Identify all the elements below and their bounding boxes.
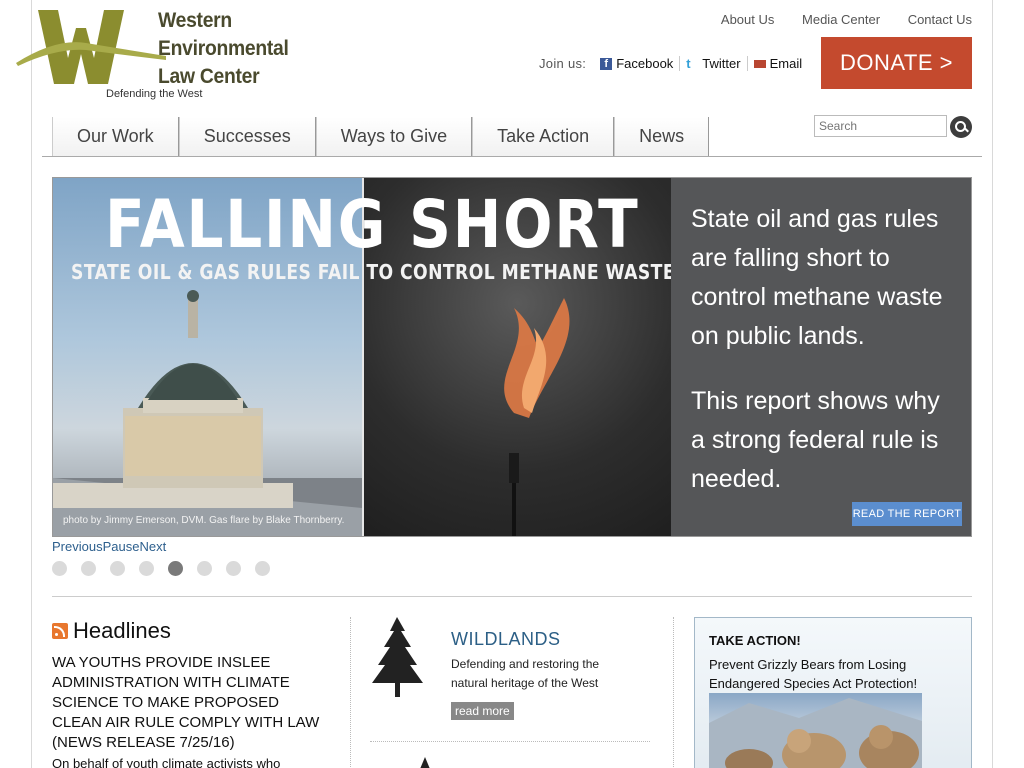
email-link[interactable]: Email	[748, 56, 809, 71]
email-icon	[753, 60, 766, 68]
read-more-button[interactable]: read more	[451, 702, 514, 720]
nav-successes[interactable]: Successes	[178, 117, 316, 157]
facebook-label: Facebook	[616, 56, 674, 71]
facebook-icon: f	[600, 57, 613, 70]
main-nav: Our Work Successes Ways to Give Take Act…	[52, 117, 710, 157]
slide-dot-3[interactable]	[110, 561, 125, 576]
logo-line-1: Western	[158, 9, 232, 32]
wildlands-divider	[370, 741, 650, 742]
headline-item-title[interactable]: WA YOUTHS PROVIDE INSLEE ADMINISTRATION …	[52, 653, 332, 753]
slide-dot-5[interactable]	[168, 561, 183, 576]
contact-us-link[interactable]: Contact Us	[908, 12, 972, 27]
logo-line-3: Law Center	[158, 65, 260, 88]
join-us-label: Join us:	[539, 56, 587, 71]
slide-dot-1[interactable]	[52, 561, 67, 576]
wildlands-description: Defending and restoring the natural heri…	[451, 657, 600, 690]
grizzly-bears-photo[interactable]	[709, 693, 922, 768]
slide-dot-2[interactable]	[81, 561, 96, 576]
facebook-link[interactable]: f Facebook	[594, 56, 681, 71]
headlines-label: Headlines	[73, 618, 171, 643]
top-links: About Us Media Center Contact Us	[697, 12, 972, 27]
wildlands-title[interactable]: WILDLANDS	[451, 629, 561, 650]
headlines-title: Headlines	[52, 618, 332, 644]
email-label: Email	[769, 56, 803, 71]
slider-dots	[52, 561, 284, 576]
donate-button[interactable]: DONATE >	[821, 37, 972, 89]
slide-headline: FALLING SHORT	[105, 186, 640, 263]
slide-subheadline: STATE OIL & GAS RULES FAIL TO CONTROL ME…	[71, 260, 676, 284]
take-action-box[interactable]: TAKE ACTION! Prevent Grizzly Bears from …	[694, 617, 972, 768]
headlines-column: Headlines WA YOUTHS PROVIDE INSLEE ADMIN…	[52, 618, 332, 768]
take-action-body[interactable]: Prevent Grizzly Bears from Losing Endang…	[709, 655, 957, 693]
rss-icon[interactable]	[52, 623, 68, 639]
nav-news[interactable]: News	[614, 117, 710, 157]
search-icon[interactable]	[950, 116, 972, 138]
nav-divider	[42, 156, 982, 157]
join-us-bar: Join us: f Facebook t Twitter Email	[539, 56, 808, 71]
twitter-icon: t	[686, 55, 691, 71]
search-input[interactable]	[814, 115, 947, 137]
nav-take-action[interactable]: Take Action	[472, 117, 615, 157]
slide-text-1: State oil and gas rules are falling shor…	[691, 205, 943, 350]
nav-ways-to-give[interactable]: Ways to Give	[315, 117, 473, 157]
twitter-link[interactable]: t Twitter	[680, 55, 748, 71]
photo-credit: photo by Jimmy Emerson, DVM. Gas flare b…	[63, 515, 345, 526]
slide-text-2: This report shows why a strong federal r…	[691, 387, 940, 493]
column-divider-2	[673, 617, 674, 768]
section-divider	[52, 596, 972, 597]
take-action-title: TAKE ACTION!	[709, 633, 801, 648]
grizzly-bear-icon	[709, 698, 922, 768]
logo-tagline: Defending the West	[106, 88, 203, 100]
slider-controls: PreviousPauseNext	[52, 539, 166, 554]
about-us-link[interactable]: About Us	[721, 12, 774, 27]
slide-text-panel: State oil and gas rules are falling shor…	[671, 178, 971, 536]
slide-dot-7[interactable]	[226, 561, 241, 576]
slide-dot-4[interactable]	[139, 561, 154, 576]
nav-our-work[interactable]: Our Work	[52, 117, 179, 157]
logo[interactable]: Western Environmental Law Center Defendi…	[16, 8, 306, 103]
pause-link[interactable]: Pause	[103, 539, 140, 554]
slide-dot-6[interactable]	[197, 561, 212, 576]
twitter-label: Twitter	[702, 56, 741, 71]
previous-link[interactable]: Previous	[52, 539, 103, 554]
column-divider-1	[350, 617, 351, 768]
pine-tree-icon	[372, 617, 423, 697]
headline-item-body: On behalf of youth climate activists who	[52, 756, 281, 768]
next-item-icon	[420, 757, 430, 768]
logo-text: Western Environmental Law Center	[158, 7, 289, 91]
feature-slider: FALLING SHORT STATE OIL & GAS RULES FAIL…	[52, 177, 972, 537]
logo-w-mark-icon	[16, 10, 166, 84]
next-link[interactable]: Next	[139, 539, 166, 554]
logo-line-2: Environmental	[158, 37, 289, 60]
media-center-link[interactable]: Media Center	[802, 12, 880, 27]
slide-dot-8[interactable]	[255, 561, 270, 576]
read-the-report-button[interactable]: READ THE REPORT	[852, 502, 962, 526]
